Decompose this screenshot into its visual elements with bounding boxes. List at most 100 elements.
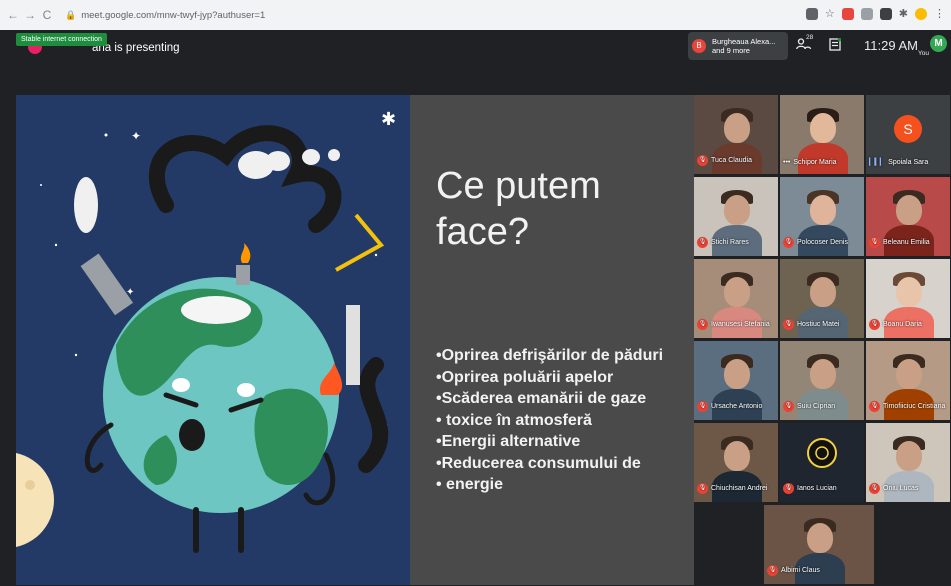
- participant-avatar-emblem: [807, 438, 837, 468]
- menu-icon[interactable]: ⋮: [934, 7, 945, 20]
- participant-tile[interactable]: 🎙 Suiu Ciprian: [780, 341, 864, 420]
- participant-name-tag: 🎙 Albimi Claus: [767, 565, 820, 576]
- participant-name-tag: 🎙 Oniu Lucas: [869, 483, 918, 494]
- participant-name-tag: 🎙 Polocoser Denis: [783, 237, 848, 248]
- chat-icon[interactable]: [829, 37, 842, 54]
- participant-name-tag: 🎙 Beleanu Emilia: [869, 237, 930, 248]
- speaker-info: Burgheaua Alexa... and 9 more: [712, 37, 775, 55]
- mic-off-icon: 🎙: [697, 483, 708, 494]
- mic-off-icon: 🎙: [697, 401, 708, 412]
- participant-name: Chiuchisan Andrei: [711, 485, 768, 492]
- participant-name: Ianos Lucian: [797, 485, 837, 492]
- participant-face: [724, 195, 750, 225]
- svg-text:✱: ✱: [381, 109, 396, 130]
- participant-face: [810, 195, 836, 225]
- participant-name-tag: 🎙 Chiuchisan Andrei: [697, 483, 767, 494]
- participant-face: [807, 523, 833, 553]
- mic-off-icon: 🎙: [869, 319, 880, 330]
- participant-name: Suiu Ciprian: [797, 403, 836, 410]
- speaker-more: and 9 more: [712, 46, 750, 55]
- participant-grid: 🎙 Tuca Claudia ••• Schipor Maria S ▎▍▎ Spoi…: [694, 95, 951, 586]
- participant-face: [810, 113, 836, 143]
- participant-name: Spoiala Sara: [888, 158, 929, 166]
- slide-bullet-continuation: energie: [436, 474, 663, 496]
- puzzle-icon[interactable]: ✱: [899, 7, 908, 20]
- participant-avatar: S: [894, 115, 922, 143]
- participant-name: Ursache Antonio: [711, 403, 763, 410]
- participant-tile[interactable]: S ▎▍▎ Spoiala Sara: [866, 95, 950, 174]
- slide-bullet: Oprirea poluării apelor: [436, 367, 663, 389]
- extension-red-icon[interactable]: [841, 7, 854, 20]
- participant-tile[interactable]: 🎙 Hostiuc Matei: [780, 259, 864, 338]
- speaking-icon: ▎▍▎: [869, 159, 886, 166]
- address-bar[interactable]: 🔒 meet.google.com/mnw-twyf-jyp?authuser=…: [65, 5, 825, 25]
- url-text: meet.google.com/mnw-twyf-jyp?authuser=1: [81, 9, 266, 21]
- participant-tile[interactable]: 🎙 Oniu Lucas: [866, 423, 950, 502]
- participant-name-tag: 🎙 Timofiiciuc Cristiana: [869, 401, 945, 412]
- slide-bullet: Oprirea defrişărilor de păduri: [436, 345, 663, 367]
- participant-tile[interactable]: ••• Schipor Maria: [780, 95, 864, 174]
- forward-icon[interactable]: →: [23, 8, 37, 22]
- self-label: You: [918, 50, 929, 57]
- participant-name: Timofiiciuc Cristiana: [883, 403, 946, 410]
- slide-bullet: Scăderea emanării de gaze: [436, 388, 663, 410]
- participant-name-tag: 🎙 Boanu Daria: [869, 319, 922, 330]
- browser-toolbar: ← → C 🔒 meet.google.com/mnw-twyf-jyp?aut…: [0, 0, 951, 30]
- slide-bullet-continuation: toxice în atmosferă: [436, 410, 663, 432]
- participant-face: [896, 277, 922, 307]
- mic-off-icon: 🎙: [697, 155, 708, 166]
- slide-bullet-list: Oprirea defrişărilor de păduri Oprirea p…: [436, 345, 663, 496]
- mic-off-icon: 🎙: [869, 401, 880, 412]
- slide-title: Ce putem face?: [436, 163, 601, 255]
- star-icon[interactable]: ☆: [825, 7, 835, 20]
- slide-title-line-2: face?: [436, 211, 529, 253]
- participant-name-tag: 🎙 Ianos Lucian: [783, 483, 837, 494]
- participant-tile[interactable]: 🎙 Ianos Lucian: [780, 423, 864, 502]
- participant-tile[interactable]: 🎙 Chiuchisan Andrei: [694, 423, 778, 502]
- mic-off-icon: 🎙: [869, 483, 880, 494]
- participant-name-tag: 🎙 Iwanusesi Stefania: [697, 319, 770, 330]
- lock-icon: 🔒: [65, 9, 77, 20]
- clock-time: 11:29 AM: [864, 38, 918, 53]
- mic-off-icon: 🎙: [783, 319, 794, 330]
- mic-off-icon: 🎙: [697, 237, 708, 248]
- participant-name: Oniu Lucas: [883, 485, 919, 492]
- participant-tile[interactable]: 🎙 Boanu Daria: [866, 259, 950, 338]
- participant-name: Polocoser Denis: [797, 239, 848, 246]
- speaker-avatar: B: [692, 39, 706, 53]
- self-avatar[interactable]: M: [930, 35, 947, 52]
- active-speakers-chip[interactable]: B Burgheaua Alexa... and 9 more: [688, 32, 788, 60]
- slide-title-line-1: Ce putem: [436, 165, 601, 207]
- participant-face: [724, 359, 750, 389]
- participant-face: [724, 441, 750, 471]
- participant-tile[interactable]: 🎙 Ursache Antonio: [694, 341, 778, 420]
- participant-name-tag: 🎙 Hostiuc Matei: [783, 319, 839, 330]
- participant-name: Stichi Rares: [711, 239, 749, 246]
- svg-text:✦: ✦: [131, 129, 141, 143]
- participant-name: Iwanusesi Stefania: [711, 321, 770, 328]
- participant-tile[interactable]: 🎙 Timofiiciuc Cristiana: [866, 341, 950, 420]
- participant-tile[interactable]: 🎙 Albimi Claus: [764, 505, 874, 584]
- mic-off-icon: 🎙: [869, 237, 880, 248]
- participant-tile[interactable]: 🎙 Stichi Rares: [694, 177, 778, 256]
- participant-face: [724, 277, 750, 307]
- participant-name: Hostiuc Matei: [797, 321, 840, 328]
- participant-tile[interactable]: 🎙 Iwanusesi Stefania: [694, 259, 778, 338]
- participant-tile[interactable]: 🎙 Polocoser Denis: [780, 177, 864, 256]
- participant-tile[interactable]: 🎙 Beleanu Emilia: [866, 177, 950, 256]
- connection-status-badge: Stable internet connection: [16, 33, 107, 46]
- participant-tile[interactable]: 🎙 Tuca Claudia: [694, 95, 778, 174]
- participant-name: Schipor Maria: [793, 159, 837, 166]
- participant-name-tag: 🎙 Tuca Claudia: [697, 155, 752, 166]
- speaker-name: Burgheaua Alexa...: [712, 37, 776, 46]
- participant-face: [896, 441, 922, 471]
- mic-off-icon: 🎙: [697, 319, 708, 330]
- camera-icon[interactable]: [805, 7, 818, 20]
- extension-dark-icon[interactable]: [879, 7, 892, 20]
- profile-icon[interactable]: [915, 7, 927, 20]
- participant-name-tag: ▎▍▎ Spoiala Sara: [869, 158, 929, 167]
- extension-gray-icon[interactable]: [860, 7, 873, 20]
- participant-name-tag: 🎙 Stichi Rares: [697, 237, 749, 248]
- back-icon[interactable]: ←: [6, 8, 20, 22]
- reload-icon[interactable]: C: [40, 8, 54, 22]
